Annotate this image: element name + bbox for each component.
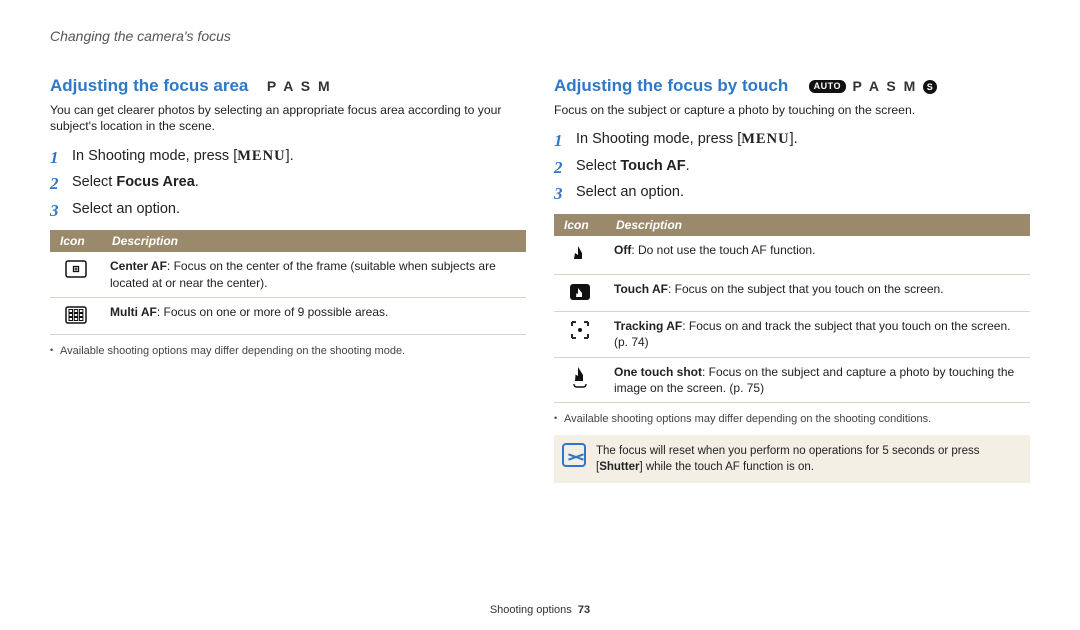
left-mode-icons: P A S M — [267, 78, 332, 94]
right-table: Icon Description Off: Do not use the tou… — [554, 214, 1030, 403]
page-number: 73 — [578, 604, 590, 616]
left-th-icon: Icon — [50, 230, 102, 252]
right-column: Adjusting the focus by touch AUTO P A S … — [554, 76, 1030, 483]
mode-s-icon: S — [923, 80, 937, 94]
right-step-1: In Shooting mode, press [MENU]. — [554, 128, 1030, 150]
right-step-2: Select Touch AF. — [554, 155, 1030, 177]
table-row: Touch AF: Focus on the subject that you … — [554, 275, 1030, 312]
left-footnote: Available shooting options may differ de… — [50, 345, 526, 357]
table-row: Multi AF: Focus on one or more of 9 poss… — [50, 297, 526, 334]
left-column: Adjusting the focus area P A S M You can… — [50, 76, 526, 483]
callout-note: The focus will reset when you perform no… — [554, 435, 1030, 483]
left-th-desc: Description — [102, 230, 526, 252]
breadcrumb: Changing the camera's focus — [50, 28, 1030, 44]
mode-auto-icon: AUTO — [809, 80, 846, 93]
menu-label: MENU — [237, 148, 285, 164]
right-footnote: Available shooting options may differ de… — [554, 413, 1030, 425]
right-th-desc: Description — [606, 214, 1030, 236]
left-step-3: Select an option. — [50, 198, 526, 220]
left-section-title: Adjusting the focus area — [50, 76, 248, 96]
left-step-1: In Shooting mode, press [MENU]. — [50, 145, 526, 167]
right-section-title: Adjusting the focus by touch — [554, 76, 788, 96]
table-row: Tracking AF: Focus on and track the subj… — [554, 312, 1030, 357]
right-step-3: Select an option. — [554, 181, 1030, 203]
table-row: One touch shot: Focus on the subject and… — [554, 357, 1030, 402]
one-touch-shot-icon — [570, 366, 590, 392]
center-af-icon — [65, 260, 87, 282]
right-th-icon: Icon — [554, 214, 606, 236]
touch-af-icon — [569, 283, 591, 305]
multi-af-icon — [65, 306, 87, 328]
menu-label: MENU — [741, 131, 789, 147]
table-row: Off: Do not use the touch AF function. — [554, 236, 1030, 275]
right-steps: In Shooting mode, press [MENU]. Select T… — [554, 128, 1030, 203]
right-mode-icons: P A S M — [852, 78, 917, 94]
off-icon — [570, 244, 590, 268]
left-step-2: Select Focus Area. — [50, 171, 526, 193]
page-footer: Shooting options 73 — [0, 604, 1080, 616]
table-row: Center AF: Focus on the center of the fr… — [50, 252, 526, 297]
left-intro: You can get clearer photos by selecting … — [50, 102, 526, 135]
content-columns: Adjusting the focus area P A S M You can… — [50, 76, 1030, 483]
tracking-af-icon — [570, 320, 590, 344]
note-icon — [562, 443, 586, 467]
left-table: Icon Description Center AF: Focus on the… — [50, 230, 526, 335]
right-intro: Focus on the subject or capture a photo … — [554, 102, 1030, 118]
left-steps: In Shooting mode, press [MENU]. Select F… — [50, 145, 526, 220]
